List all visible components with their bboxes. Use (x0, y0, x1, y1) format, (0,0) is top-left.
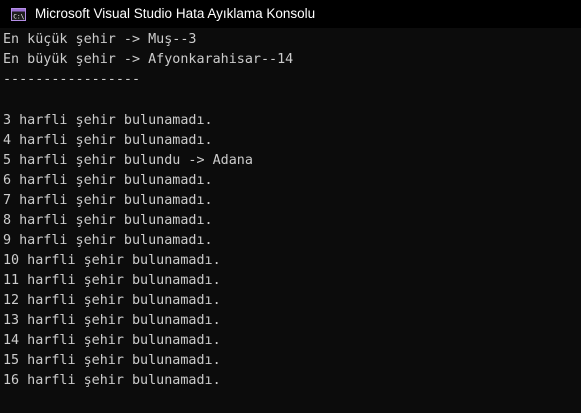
console-line: 12 harfli şehir bulunamadı. (3, 293, 221, 308)
console-window: C:\ Microsoft Visual Studio Hata Ayıklam… (0, 0, 581, 413)
console-line: 4 harfli şehir bulunamadı. (3, 133, 213, 148)
console-line: 16 harfli şehir bulunamadı. (3, 373, 221, 388)
console-line: 6 harfli şehir bulunamadı. (3, 173, 213, 188)
console-line: 14 harfli şehir bulunamadı. (3, 333, 221, 348)
console-line: 7 harfli şehir bulunamadı. (3, 193, 213, 208)
console-line: En küçük şehir -> Muş--3 (3, 32, 197, 47)
console-line: 13 harfli şehir bulunamadı. (3, 313, 221, 328)
console-line: 5 harfli şehir bulundu -> Adana (3, 153, 253, 168)
console-line: 10 harfli şehir bulunamadı. (3, 253, 221, 268)
console-line: 11 harfli şehir bulunamadı. (3, 273, 221, 288)
console-output[interactable]: En küçük şehir -> Muş--3 En büyük şehir … (0, 30, 581, 413)
console-line: 15 harfli şehir bulunamadı. (3, 353, 221, 368)
svg-text:C:\: C:\ (13, 13, 24, 20)
console-line: 8 harfli şehir bulunamadı. (3, 213, 213, 228)
console-app-icon: C:\ (11, 7, 26, 21)
console-line: ----------------- (3, 72, 141, 87)
title-bar[interactable]: C:\ Microsoft Visual Studio Hata Ayıklam… (0, 0, 581, 28)
console-line: 3 harfli şehir bulunamadı. (3, 113, 213, 128)
console-line: En büyük şehir -> Afyonkarahisar--14 (3, 52, 294, 67)
console-line: 9 harfli şehir bulunamadı. (3, 233, 213, 248)
window-title: Microsoft Visual Studio Hata Ayıklama Ko… (35, 6, 316, 21)
